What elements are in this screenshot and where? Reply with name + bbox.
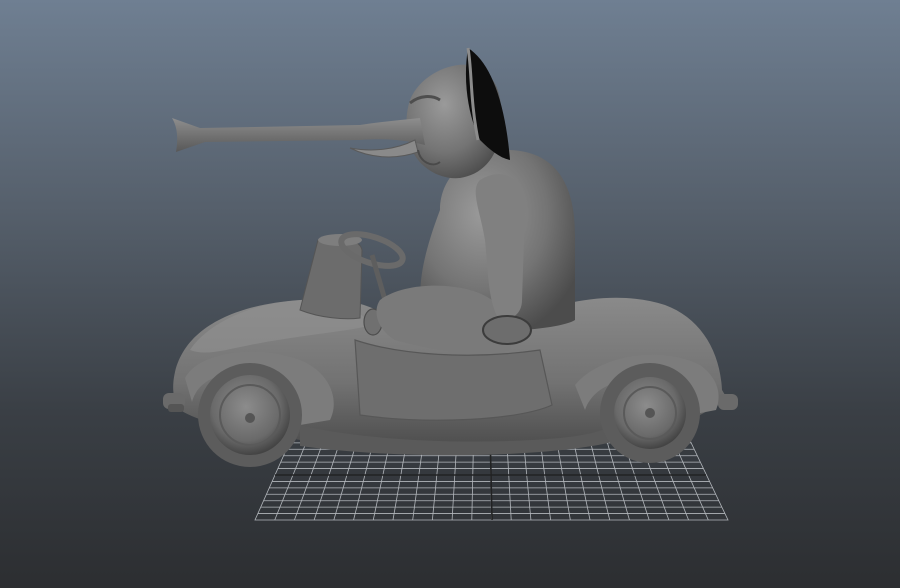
elephant-trunk xyxy=(172,118,425,152)
elephant-tusk xyxy=(349,139,419,158)
front-wheel xyxy=(198,363,302,467)
scene-canvas[interactable] xyxy=(0,0,900,588)
rear-wheel xyxy=(600,363,700,463)
3d-viewport[interactable] xyxy=(0,0,900,588)
elephant-hand xyxy=(482,315,532,345)
windshield-frame xyxy=(299,237,363,320)
front-bumper-knob xyxy=(168,404,184,412)
rear-bumper xyxy=(718,394,738,410)
elephant-model[interactable] xyxy=(172,47,575,354)
